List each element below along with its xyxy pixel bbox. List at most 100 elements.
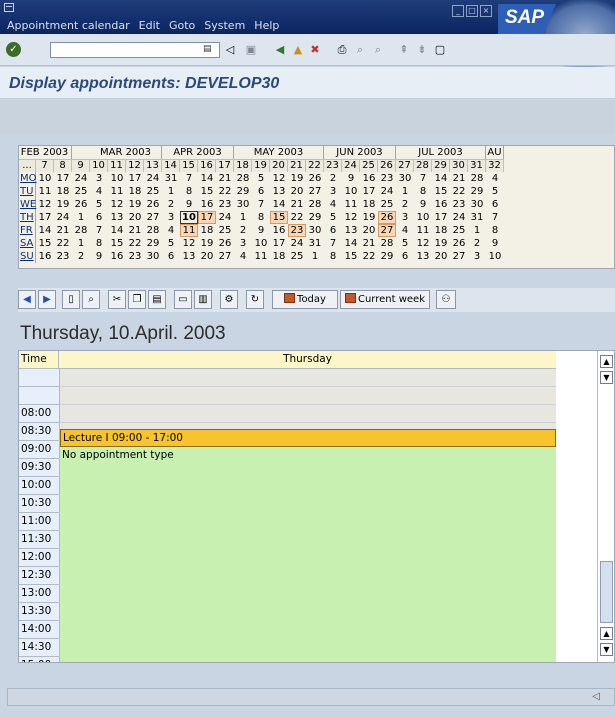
week-number[interactable]: 26	[378, 159, 396, 172]
calendar-day-cell[interactable]: 4	[324, 198, 342, 211]
find-icon[interactable]: ⌕	[352, 42, 368, 58]
menu-edit[interactable]: Edit	[139, 19, 160, 32]
weekday-label[interactable]: SU	[19, 250, 36, 263]
calendar-day-cell[interactable]: 5	[486, 185, 504, 198]
calendar-day-cell[interactable]: 11	[108, 185, 126, 198]
calendar-day-cell[interactable]: 17	[432, 211, 450, 224]
calendar-day-cell[interactable]: 21	[450, 172, 468, 185]
calendar-day-cell[interactable]: 21	[216, 172, 234, 185]
calendar-day-cell[interactable]: 16	[360, 172, 378, 185]
calendar-day-cell[interactable]: 10	[36, 172, 54, 185]
print-icon[interactable]: ⎙	[334, 42, 350, 58]
week-number[interactable]: 30	[450, 159, 468, 172]
system-menu-icon[interactable]	[4, 3, 14, 12]
calendar-day-cell[interactable]: 23	[288, 224, 306, 237]
today-button[interactable]: Today	[272, 290, 338, 309]
calendar-day-cell[interactable]: 3	[234, 237, 252, 250]
find-next-icon[interactable]: ⌕	[370, 42, 386, 58]
calendar-day-cell[interactable]: 16	[198, 198, 216, 211]
scroll-down-end-icon[interactable]: ▼	[600, 643, 613, 656]
calendar-day-cell[interactable]: 8	[324, 250, 342, 263]
week-number[interactable]: 24	[342, 159, 360, 172]
current-week-button[interactable]: Current week	[340, 290, 430, 309]
calendar-day-cell[interactable]: 3	[90, 172, 108, 185]
calendar-day-cell[interactable]: 23	[378, 172, 396, 185]
calendar-day-cell[interactable]: 26	[378, 211, 396, 224]
time-slot[interactable]	[59, 405, 556, 423]
calendar-day-cell[interactable]: 28	[306, 198, 324, 211]
new-appointment-icon[interactable]: ▯	[62, 290, 80, 309]
menu-system[interactable]: System	[204, 19, 245, 32]
calendar-day-cell[interactable]: 29	[306, 211, 324, 224]
calendar-day-cell[interactable]: 20	[126, 211, 144, 224]
minimize-icon[interactable]: _	[452, 5, 464, 17]
calendar-day-cell[interactable]: 6	[90, 211, 108, 224]
calendar-day-cell[interactable]: 10	[486, 250, 504, 263]
weekday-label[interactable]: SA	[19, 237, 36, 250]
save-icon[interactable]: ▣	[243, 42, 259, 58]
time-slot[interactable]	[59, 369, 556, 387]
calendar-day-cell[interactable]: 4	[486, 172, 504, 185]
calendar-day-cell[interactable]: 9	[414, 198, 432, 211]
calendar-day-cell[interactable]: 13	[414, 250, 432, 263]
next-arrow-icon[interactable]: ▶	[38, 290, 56, 309]
calendar-day-cell[interactable]: 14	[270, 198, 288, 211]
calendar-day-cell[interactable]: 25	[144, 185, 162, 198]
calendar-day-cell[interactable]: 3	[324, 185, 342, 198]
week-number[interactable]: 12	[126, 159, 144, 172]
day-view-vertical-scrollbar[interactable]: ▲ ▼ ▲ ▼	[597, 351, 614, 662]
weekday-label[interactable]: TH	[19, 211, 36, 224]
calendar-day-cell[interactable]: 31	[162, 172, 180, 185]
previous-arrow-icon[interactable]: ◀	[18, 290, 36, 309]
calendar-day-cell[interactable]: 9	[486, 237, 504, 250]
calendar-day-cell[interactable]: 14	[108, 224, 126, 237]
calendar-day-cell[interactable]: 24	[216, 211, 234, 224]
calendar-day-cell[interactable]: 11	[180, 224, 198, 237]
calendar-day-cell[interactable]: 5	[252, 172, 270, 185]
calendar-day-cell[interactable]: 8	[180, 185, 198, 198]
calendar-day-cell[interactable]: 25	[288, 250, 306, 263]
scroll-thumb[interactable]	[600, 561, 613, 623]
calendar-day-cell[interactable]: 26	[306, 172, 324, 185]
calendar-day-cell[interactable]: 3	[396, 211, 414, 224]
appointment-bar[interactable]: Lecture I 09:00 - 17:00	[60, 429, 556, 447]
week-number[interactable]: 25	[360, 159, 378, 172]
calendar-day-cell[interactable]: 30	[396, 172, 414, 185]
calendar-day-cell[interactable]: 16	[270, 224, 288, 237]
calendar-day-cell[interactable]: 19	[360, 211, 378, 224]
week-number[interactable]: 20	[270, 159, 288, 172]
calendar-day-cell[interactable]: 15	[108, 237, 126, 250]
calendar-day-cell[interactable]: 13	[180, 250, 198, 263]
calendar-day-cell[interactable]: 24	[72, 172, 90, 185]
week-number[interactable]: 10	[90, 159, 108, 172]
weekday-label[interactable]: FR	[19, 224, 36, 237]
calendar-day-cell[interactable]: 8	[252, 211, 270, 224]
week-number[interactable]: 16	[198, 159, 216, 172]
calendar-day-cell[interactable]: 29	[378, 250, 396, 263]
calendar-day-cell[interactable]: 13	[108, 211, 126, 224]
calendar-day-cell[interactable]: 18	[54, 185, 72, 198]
calendar-day-cell[interactable]: 15	[432, 185, 450, 198]
details-icon[interactable]: ▥	[194, 290, 212, 309]
calendar-day-cell[interactable]: 1	[468, 224, 486, 237]
week-number[interactable]: 23	[324, 159, 342, 172]
week-number[interactable]: 29	[432, 159, 450, 172]
calendar-day-cell[interactable]: 7	[324, 237, 342, 250]
calendar-day-cell[interactable]: 4	[90, 185, 108, 198]
maximize-icon[interactable]: □	[466, 5, 478, 17]
calendar-day-cell[interactable]: 2	[324, 172, 342, 185]
calendar-day-cell[interactable]: 27	[306, 185, 324, 198]
calendar-day-cell[interactable]: 11	[252, 250, 270, 263]
calendar-day-cell[interactable]: 31	[468, 211, 486, 224]
calendar-day-cell[interactable]: 24	[378, 185, 396, 198]
calendar-day-cell[interactable]: 26	[72, 198, 90, 211]
scroll-up-icon[interactable]: ▲	[600, 355, 613, 368]
calendar-day-cell[interactable]: 5	[162, 237, 180, 250]
calendar-day-cell[interactable]: 3	[468, 250, 486, 263]
calendar-day-cell[interactable]: 27	[450, 250, 468, 263]
scroll-down-icon[interactable]: ▼	[600, 371, 613, 384]
calendar-day-cell[interactable]: 8	[486, 224, 504, 237]
calendar-day-cell[interactable]: 12	[36, 198, 54, 211]
calendar-day-cell[interactable]: 29	[234, 185, 252, 198]
calendar-day-cell[interactable]: 14	[198, 172, 216, 185]
